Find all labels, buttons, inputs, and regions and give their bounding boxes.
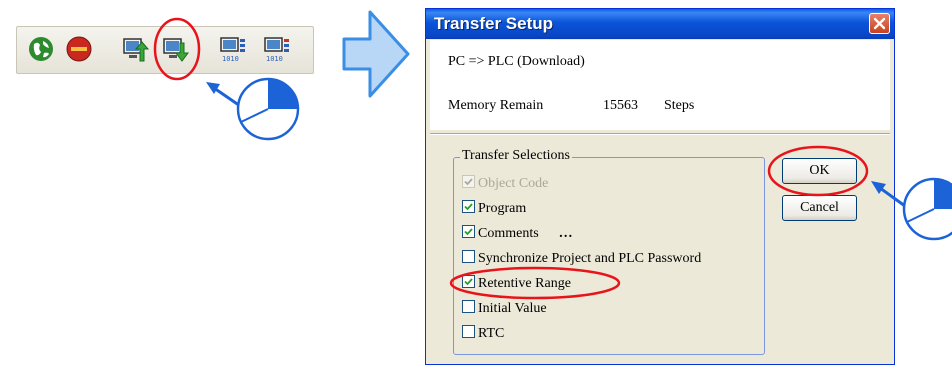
option-label: Object Code [478, 176, 549, 191]
option-label: RTC [478, 326, 505, 341]
transfer-setup-dialog: Transfer Setup PC => PLC (Download) Memo… [425, 8, 895, 365]
option-label: Comments [478, 226, 539, 241]
option-label: Initial Value [478, 301, 547, 316]
toolbar-pointer-arrow [206, 82, 247, 112]
checkbox-initial-value[interactable] [462, 300, 475, 313]
dialog-titlebar[interactable]: Transfer Setup [426, 9, 894, 39]
svg-text:1010: 1010 [222, 55, 239, 63]
option-initial-value[interactable]: Initial Value [462, 300, 547, 318]
close-icon [873, 17, 886, 30]
option-comments[interactable]: Comments … [462, 225, 573, 243]
upload-from-plc-icon[interactable] [121, 35, 149, 63]
checkbox-object-code [462, 175, 475, 188]
checkbox-sync-password[interactable] [462, 250, 475, 263]
download-to-plc-icon[interactable] [161, 35, 189, 63]
transfer-info-panel: PC => PLC (Download) Memory Remain 15563… [430, 40, 890, 130]
option-program[interactable]: Program [462, 200, 526, 218]
checkbox-comments[interactable] [462, 225, 475, 238]
memory-remain-value: 15563 [603, 98, 638, 113]
ok-button[interactable]: OK [782, 158, 857, 184]
transfer-selections-group: Transfer Selections Object Code Program … [453, 148, 765, 355]
stop-icon[interactable] [65, 35, 93, 63]
option-rtc[interactable]: RTC [462, 325, 504, 343]
option-label: Program [478, 201, 527, 216]
option-retentive-range[interactable]: Retentive Range [462, 275, 571, 293]
option-label: Synchronize Project and PLC Password [478, 251, 702, 266]
cancel-button[interactable]: Cancel [782, 195, 857, 221]
option-label: Retentive Range [478, 276, 571, 291]
checkbox-program[interactable] [462, 200, 475, 213]
memory-remain-unit: Steps [664, 98, 695, 113]
next-step-arrow-icon [342, 10, 410, 98]
plc-monitor-icon[interactable]: 1010 [219, 35, 247, 63]
close-button[interactable] [869, 13, 890, 34]
separator [430, 133, 890, 135]
plc-monitor-alt-icon[interactable]: 1010 [263, 35, 291, 63]
group-title: Transfer Selections [460, 148, 572, 164]
dialog-title: Transfer Setup [434, 14, 554, 33]
checkbox-retentive-range[interactable] [462, 275, 475, 288]
option-sync-password[interactable]: Synchronize Project and PLC Password [462, 250, 701, 268]
comments-more-button[interactable]: … [559, 226, 573, 241]
option-object-code: Object Code [462, 175, 548, 193]
memory-remain-label: Memory Remain [448, 98, 544, 113]
checkbox-rtc[interactable] [462, 325, 475, 338]
step-pie-icon-2 [902, 177, 952, 241]
online-globe-icon[interactable] [27, 35, 55, 63]
toolbar: 1010 1010 [16, 26, 314, 74]
transfer-direction: PC => PLC (Download) [448, 54, 585, 69]
svg-text:1010: 1010 [266, 55, 283, 63]
step-pie-icon [236, 77, 300, 141]
